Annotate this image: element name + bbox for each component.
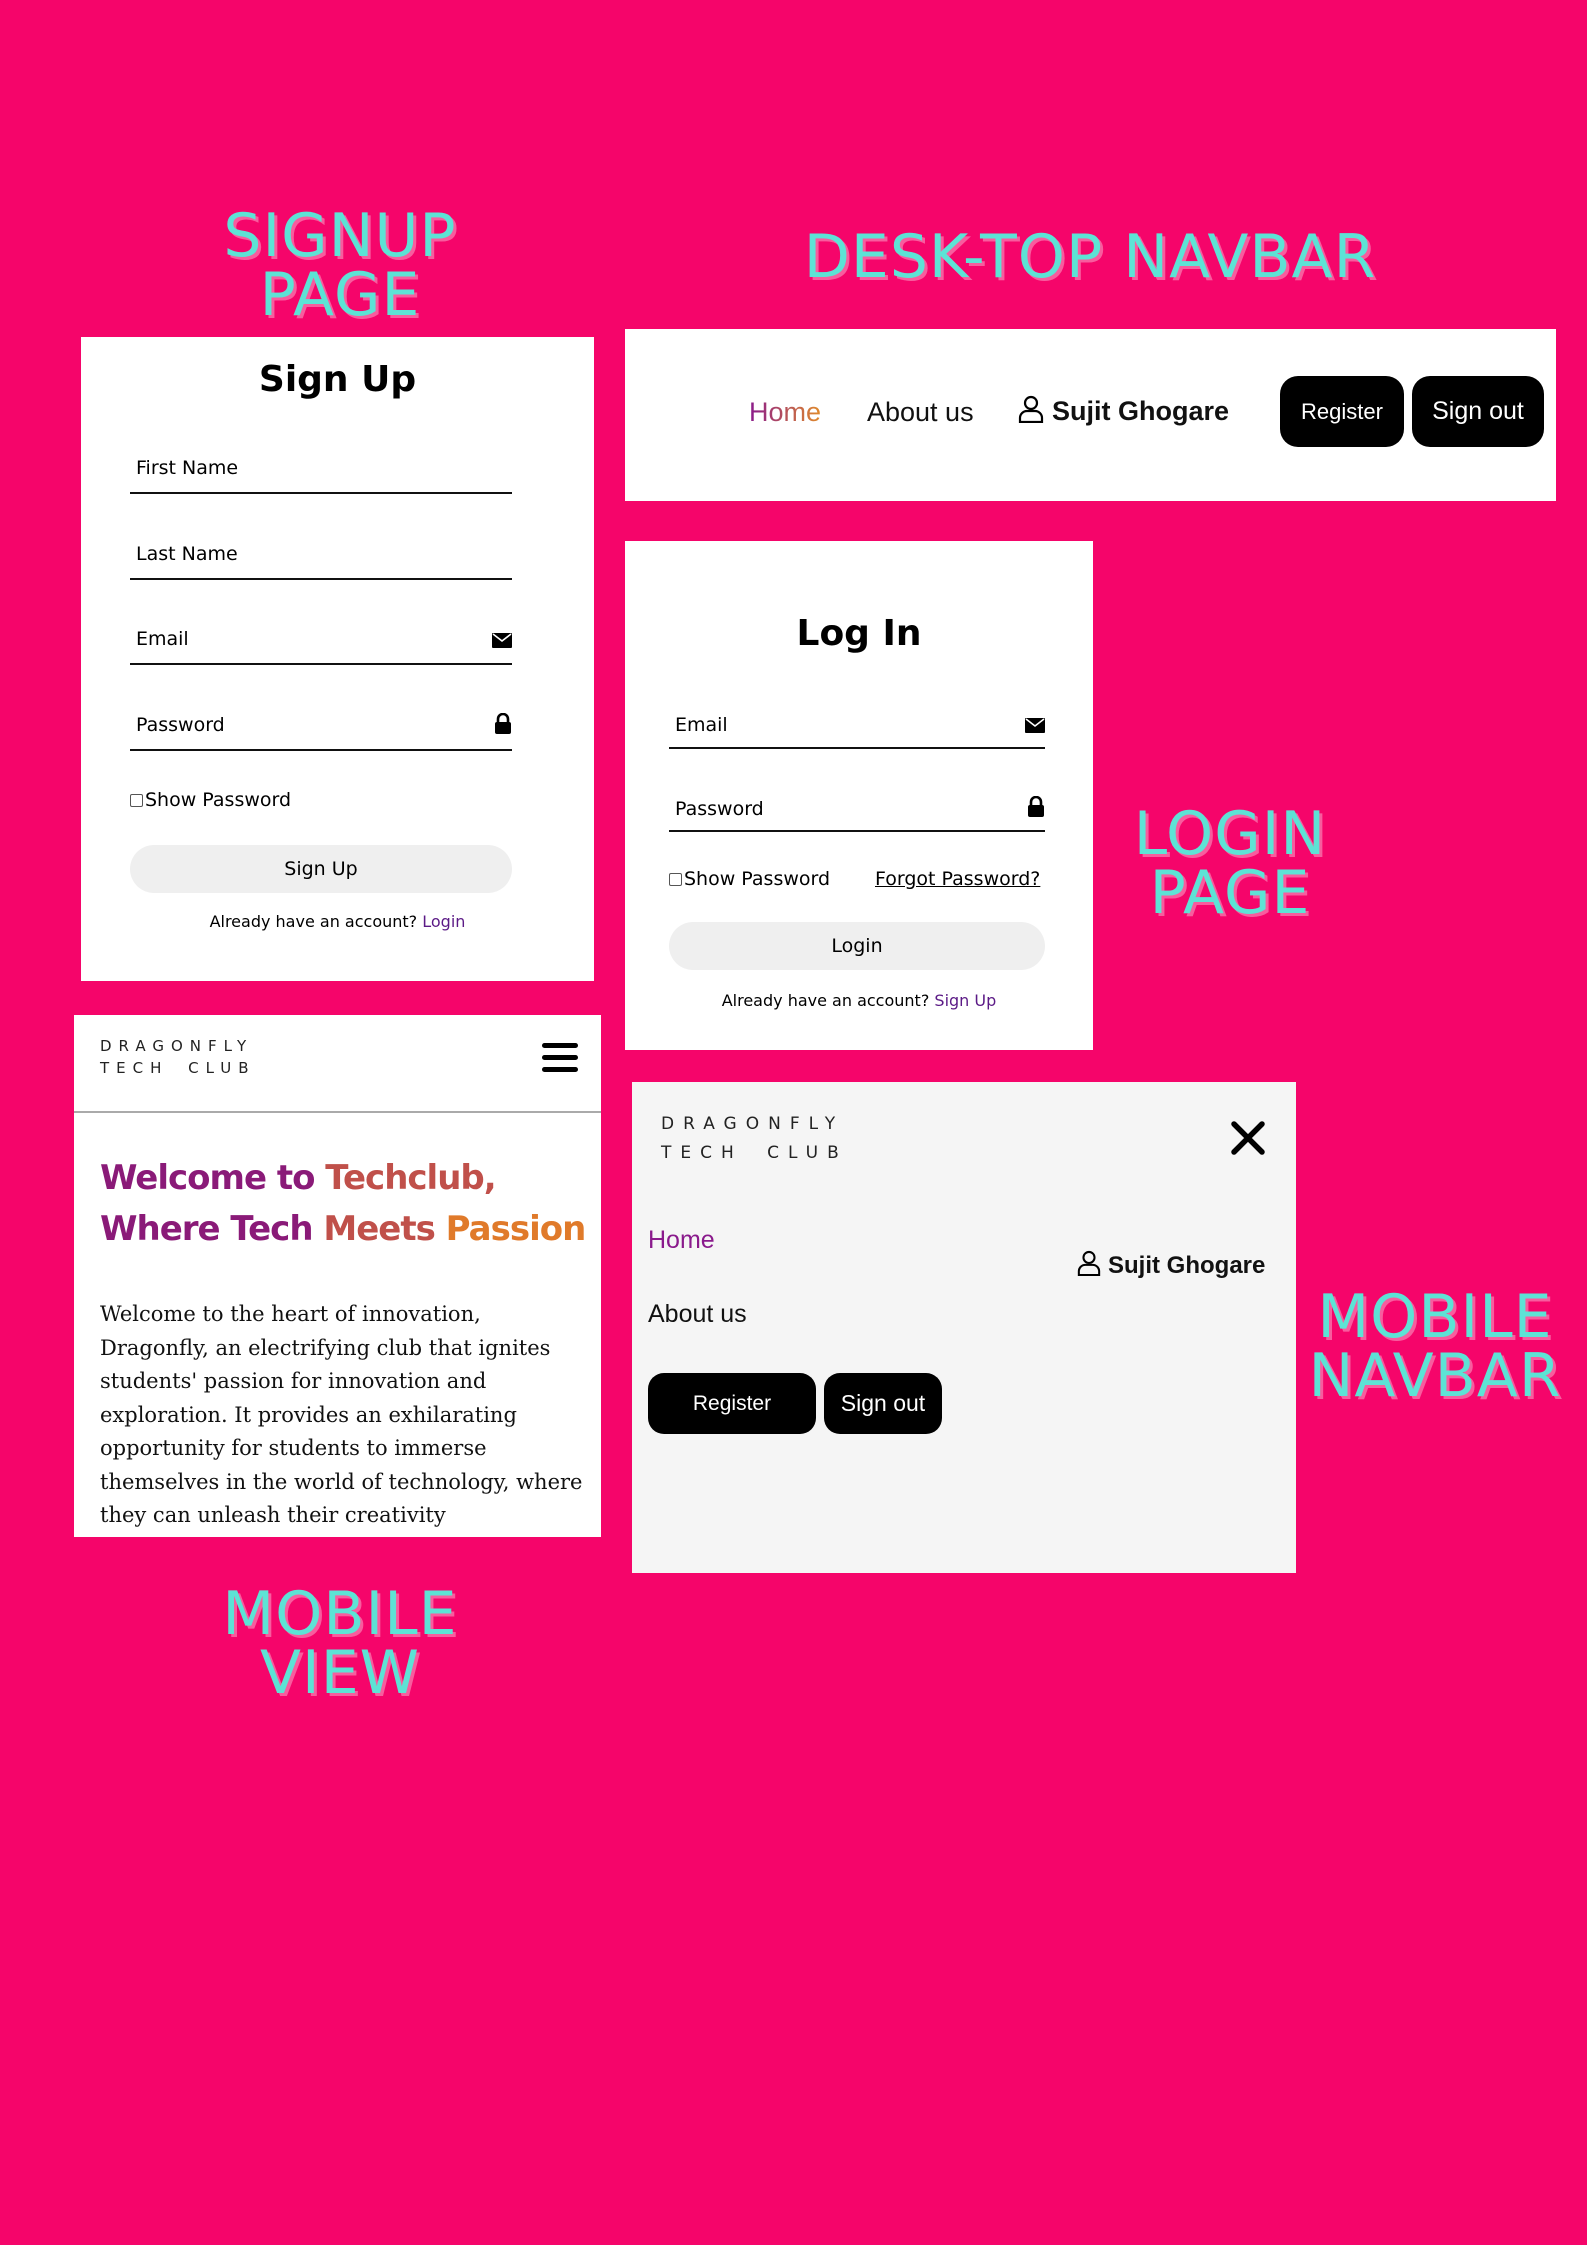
signup-submit-button[interactable]: Sign Up bbox=[130, 845, 512, 893]
mobile-view-frame: DRAGONFLY TECH CLUB Welcome to Techclub,… bbox=[74, 1015, 601, 1537]
forgot-password-link[interactable]: Forgot Password? bbox=[875, 868, 1040, 890]
login-password-placeholder: Password bbox=[675, 798, 764, 820]
email-placeholder: Email bbox=[136, 628, 189, 650]
nav-user[interactable]: Sujit Ghogare bbox=[1018, 395, 1229, 428]
mobile-nav-home-link[interactable]: Home bbox=[648, 1226, 715, 1255]
login-show-password-label: Show Password bbox=[684, 868, 831, 890]
signup-title: Sign Up bbox=[258, 359, 417, 400]
login-link[interactable]: Login bbox=[422, 912, 465, 931]
login-title: Log In bbox=[796, 613, 922, 654]
login-card: Log In Email Password Show Password Forg… bbox=[625, 541, 1093, 1050]
mobile-signout-button[interactable]: Sign out bbox=[824, 1373, 942, 1434]
mobile-view-label: MOBILE VIEW bbox=[190, 1579, 490, 1708]
label-line: SIGNUP bbox=[223, 201, 457, 271]
hero-line-2: Where Tech Meets Passion bbox=[100, 1204, 590, 1255]
mobile-logo[interactable]: DRAGONFLY TECH CLUB bbox=[100, 1035, 256, 1079]
password-placeholder: Password bbox=[136, 714, 225, 736]
mobile-nav-about-link[interactable]: About us bbox=[648, 1300, 747, 1329]
last-name-placeholder: Last Name bbox=[136, 543, 238, 565]
lock-icon bbox=[494, 712, 512, 740]
hero-text-part: Welcome to bbox=[100, 1158, 326, 1198]
label-line: PAGE bbox=[1149, 857, 1311, 928]
logo-line: TECH CLUB bbox=[661, 1143, 848, 1163]
user-icon bbox=[1077, 1250, 1101, 1281]
show-password-label: Show Password bbox=[145, 789, 292, 811]
user-icon bbox=[1018, 395, 1044, 428]
logo-line: DRAGONFLY bbox=[100, 1037, 254, 1055]
last-name-field[interactable]: Last Name bbox=[130, 523, 512, 580]
hero-text-part: Techclub, bbox=[325, 1158, 496, 1198]
signup-link[interactable]: Sign Up bbox=[934, 991, 996, 1010]
envelope-icon bbox=[492, 633, 512, 653]
label-line: MOBILE bbox=[222, 1579, 458, 1649]
label-line: VIEW bbox=[260, 1637, 420, 1708]
signout-button[interactable]: Sign out bbox=[1412, 376, 1544, 447]
login-submit-button[interactable]: Login bbox=[669, 922, 1045, 970]
signup-card: Sign Up First Name Last Name Email Passw… bbox=[81, 337, 594, 981]
login-show-password-checkbox[interactable] bbox=[669, 872, 682, 886]
hero-text-part: Where Tech bbox=[100, 1209, 324, 1249]
hero-text-part: Passion bbox=[445, 1209, 587, 1249]
first-name-field[interactable]: First Name bbox=[130, 437, 512, 494]
nav-home-link[interactable]: Home bbox=[749, 397, 821, 428]
mobile-nav-user[interactable]: Sujit Ghogare bbox=[1077, 1250, 1265, 1281]
mobile-nav-logo[interactable]: DRAGONFLY TECH CLUB bbox=[661, 1112, 848, 1165]
user-name: Sujit Ghogare bbox=[1052, 396, 1230, 426]
hamburger-menu-icon[interactable] bbox=[542, 1043, 578, 1075]
label-line: NAVBAR bbox=[1308, 1340, 1562, 1411]
login-email-placeholder: Email bbox=[675, 714, 728, 736]
mobile-nav-user-name: Sujit Ghogare bbox=[1108, 1251, 1266, 1279]
hero-text-part: Meets bbox=[323, 1209, 446, 1249]
hero-body-text: Welcome to the heart of innovation, Drag… bbox=[100, 1302, 583, 1527]
register-button[interactable]: Register bbox=[1280, 376, 1404, 447]
label-line: LOGIN bbox=[1133, 799, 1327, 869]
show-password-row[interactable]: Show Password bbox=[130, 789, 291, 811]
login-password-field[interactable]: Password bbox=[669, 785, 1045, 832]
close-icon[interactable] bbox=[1230, 1120, 1266, 1161]
hero-heading: Welcome to Techclub, Where Tech Meets Pa… bbox=[100, 1153, 590, 1255]
label-line: MOBILE bbox=[1317, 1282, 1553, 1352]
first-name-placeholder: First Name bbox=[136, 457, 239, 479]
email-field[interactable]: Email bbox=[130, 608, 512, 665]
hero-line-1: Welcome to Techclub, bbox=[100, 1153, 590, 1204]
show-password-checkbox[interactable] bbox=[130, 793, 143, 807]
login-email-field[interactable]: Email bbox=[669, 702, 1045, 749]
login-already-prompt: Already have an account? bbox=[721, 991, 930, 1010]
lock-icon bbox=[1027, 795, 1045, 823]
login-show-password-row[interactable]: Show Password bbox=[669, 868, 830, 890]
mobile-navbar-frame: DRAGONFLY TECH CLUB Home Sujit Ghogare A… bbox=[632, 1082, 1296, 1573]
envelope-icon bbox=[1025, 718, 1045, 738]
signup-page-label: SIGNUP PAGE bbox=[190, 201, 490, 330]
desktop-navbar-label: DESK-TOP NAVBAR bbox=[803, 222, 1377, 292]
logo-line: DRAGONFLY bbox=[661, 1114, 845, 1134]
nav-about-link[interactable]: About us bbox=[867, 397, 974, 428]
mobile-navbar-label: MOBILE NAVBAR bbox=[1290, 1282, 1580, 1411]
logo-line: TECH CLUB bbox=[100, 1059, 256, 1077]
already-account-prompt: Already have an account? bbox=[209, 912, 418, 931]
mobile-header: DRAGONFLY TECH CLUB bbox=[74, 1015, 601, 1113]
login-already-account-text: Already have an account? Sign Up bbox=[625, 991, 1093, 1010]
password-field[interactable]: Password bbox=[130, 694, 512, 751]
label-line: PAGE bbox=[259, 259, 421, 330]
desktop-navbar: Home About us Sujit Ghogare Register Sig… bbox=[625, 329, 1556, 501]
already-account-text: Already have an account? Login bbox=[81, 912, 594, 931]
login-page-label: LOGIN PAGE bbox=[1090, 799, 1370, 928]
mobile-register-button[interactable]: Register bbox=[648, 1373, 816, 1434]
